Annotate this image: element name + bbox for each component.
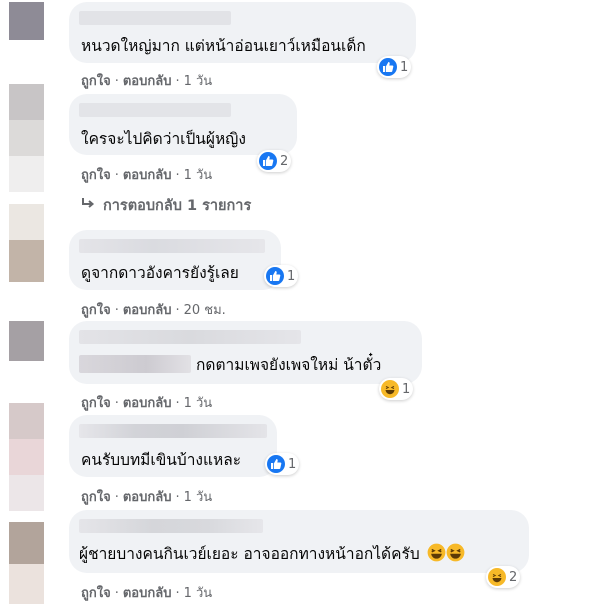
reaction-count-value: 1 [287,268,296,284]
laughing-emoji-icon [446,543,465,567]
comment-bubble: หนวดใหญ่มาก แต่หน้าอ่อนเยาว์เหมือนเด็ก [69,2,416,63]
avatar[interactable] [9,321,44,361]
view-replies-label: การตอบกลับ 1 รายการ [103,198,252,214]
reaction-count[interactable]: 1 [264,265,299,287]
author-name-redacted[interactable] [79,239,265,253]
reaction-count-value: 1 [402,381,411,397]
haha-icon [488,568,506,586]
comment-actions: ถูกใจ · ตอบกลับ · 1 วัน [81,396,213,411]
comment-bubble: คนรับบทมีเขินบ้างแหละ [69,415,277,477]
comment-text: หนวดใหญ่มาก แต่หน้าอ่อนเยาว์เหมือนเด็ก [81,37,366,55]
reaction-count[interactable]: 2 [257,150,292,172]
like-button[interactable]: ถูกใจ [81,168,111,183]
avatar[interactable] [9,204,44,282]
comment-bubble: ใครจะไปคิดว่าเป็นผู้หญิง [69,94,297,155]
comment-actions: ถูกใจ · ตอบกลับ · 1 วัน [81,586,213,601]
timestamp[interactable]: 1 วัน [184,490,213,505]
like-button[interactable]: ถูกใจ [81,74,111,89]
timestamp[interactable]: 1 วัน [184,168,213,183]
timestamp[interactable]: 20 ชม. [184,303,226,318]
comment-actions: ถูกใจ · ตอบกลับ · 1 วัน [81,168,213,183]
comment-text: กดตามเพจยังเพจใหม่ น้าตั๋ว [196,356,382,374]
reply-arrow-icon [81,197,95,214]
timestamp[interactable]: 1 วัน [184,396,213,411]
reaction-count-value: 2 [509,569,518,585]
mentioned-name-redacted[interactable] [79,355,191,373]
like-icon [259,152,277,170]
reaction-count[interactable]: 2 [486,566,521,588]
avatar[interactable] [9,84,44,192]
avatar[interactable] [9,403,44,511]
reaction-count-value: 1 [288,456,297,472]
comment-text: ดูจากดาวอังคารยังรู้เลย [81,264,239,282]
timestamp[interactable]: 1 วัน [184,74,213,89]
author-name-redacted[interactable] [79,103,231,117]
view-replies-link[interactable]: การตอบกลับ 1 รายการ [81,194,251,217]
reaction-count[interactable]: 1 [265,453,300,475]
reaction-count-value: 1 [400,59,409,75]
comment-bubble: ดูจากดาวอังคารยังรู้เลย [69,230,281,290]
comment-actions: ถูกใจ · ตอบกลับ · 1 วัน [81,74,213,89]
comment-actions: ถูกใจ · ตอบกลับ · 1 วัน [81,490,213,505]
like-button[interactable]: ถูกใจ [81,586,111,601]
reaction-count[interactable]: 1 [377,56,412,78]
reply-button[interactable]: ตอบกลับ [123,586,172,601]
like-button[interactable]: ถูกใจ [81,303,111,318]
author-name-redacted[interactable] [79,330,301,344]
timestamp[interactable]: 1 วัน [184,586,213,601]
comment-text: คนรับบทมีเขินบ้างแหละ [81,451,242,469]
comment-text: ผู้ชายบางคนกินเวย์เยอะ อาจออกทางหน้าอกได… [79,543,465,567]
like-icon [267,455,285,473]
comment-text: ใครจะไปคิดว่าเป็นผู้หญิง [81,130,246,148]
like-icon [266,267,284,285]
reaction-count[interactable]: 1 [379,378,414,400]
comment-bubble: ผู้ชายบางคนกินเวย์เยอะ อาจออกทางหน้าอกได… [69,510,529,573]
reaction-count-value: 2 [280,153,289,169]
haha-icon [381,380,399,398]
like-icon [379,58,397,76]
reply-button[interactable]: ตอบกลับ [123,303,172,318]
reply-button[interactable]: ตอบกลับ [123,490,172,505]
like-button[interactable]: ถูกใจ [81,396,111,411]
reply-button[interactable]: ตอบกลับ [123,396,172,411]
like-button[interactable]: ถูกใจ [81,490,111,505]
author-name-redacted[interactable] [79,519,263,533]
avatar[interactable] [9,2,44,40]
comment-actions: ถูกใจ · ตอบกลับ · 20 ชม. [81,303,226,318]
laughing-emoji-icon [427,543,446,567]
reply-button[interactable]: ตอบกลับ [123,168,172,183]
comment-bubble: กดตามเพจยังเพจใหม่ น้าตั๋ว [69,321,422,384]
reply-button[interactable]: ตอบกลับ [123,74,172,89]
author-name-redacted[interactable] [79,11,231,25]
author-name-redacted[interactable] [79,424,267,438]
avatar[interactable] [9,522,44,604]
